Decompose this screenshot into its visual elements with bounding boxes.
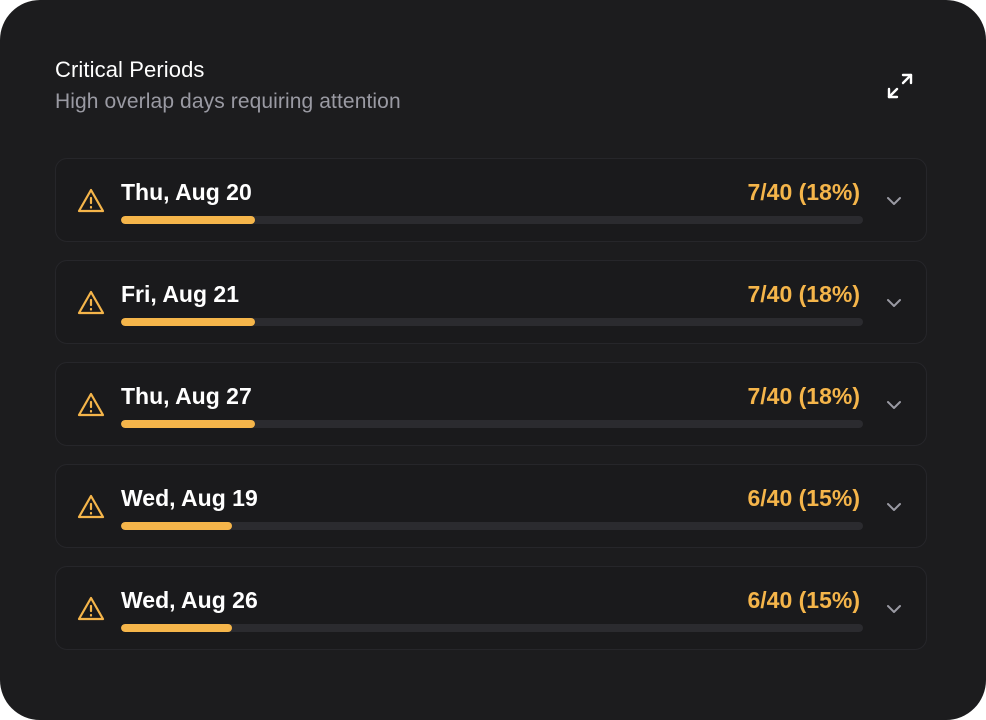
overlap-progress-track [121,522,863,530]
critical-periods-card: Critical Periods High overlap days requi… [0,0,986,720]
overlap-progress-track [121,420,863,428]
period-count: 7/40 (18%) [747,179,860,205]
panel-subtitle: High overlap days requiring attention [55,90,401,113]
overlap-progress-fill [121,522,233,530]
chevron-down-icon[interactable] [884,497,904,517]
period-row[interactable]: Wed, Aug 26 6/40 (15%) [55,566,927,650]
warning-triangle-icon [77,494,105,519]
period-date: Wed, Aug 19 [121,485,258,511]
period-count: 7/40 (18%) [747,383,860,409]
period-count: 6/40 (15%) [747,485,860,511]
period-date: Thu, Aug 20 [121,179,252,205]
chevron-down-icon[interactable] [884,599,904,619]
period-count: 6/40 (15%) [747,587,860,613]
panel-title: Critical Periods [55,57,205,82]
overlap-progress-fill [121,216,255,224]
period-count: 7/40 (18%) [747,281,860,307]
period-row[interactable]: Thu, Aug 20 7/40 (18%) [55,158,927,242]
period-date: Fri, Aug 21 [121,281,239,307]
period-date: Thu, Aug 27 [121,383,252,409]
expand-button[interactable] [880,66,920,106]
period-date: Wed, Aug 26 [121,587,258,613]
chevron-down-icon[interactable] [884,293,904,313]
period-row[interactable]: Thu, Aug 27 7/40 (18%) [55,362,927,446]
expand-icon [887,73,913,99]
warning-triangle-icon [77,392,105,417]
overlap-progress-fill [121,420,255,428]
overlap-progress-fill [121,318,255,326]
overlap-progress-track [121,318,863,326]
warning-triangle-icon [77,188,105,213]
warning-triangle-icon [77,290,105,315]
period-row[interactable]: Wed, Aug 19 6/40 (15%) [55,464,927,548]
warning-triangle-icon [77,596,105,621]
overlap-progress-fill [121,624,233,632]
chevron-down-icon[interactable] [884,395,904,415]
period-row[interactable]: Fri, Aug 21 7/40 (18%) [55,260,927,344]
overlap-progress-track [121,216,863,224]
chevron-down-icon[interactable] [884,191,904,211]
overlap-progress-track [121,624,863,632]
critical-periods-list: Thu, Aug 20 7/40 (18%) Fri, Aug 21 7/40 … [55,158,927,668]
